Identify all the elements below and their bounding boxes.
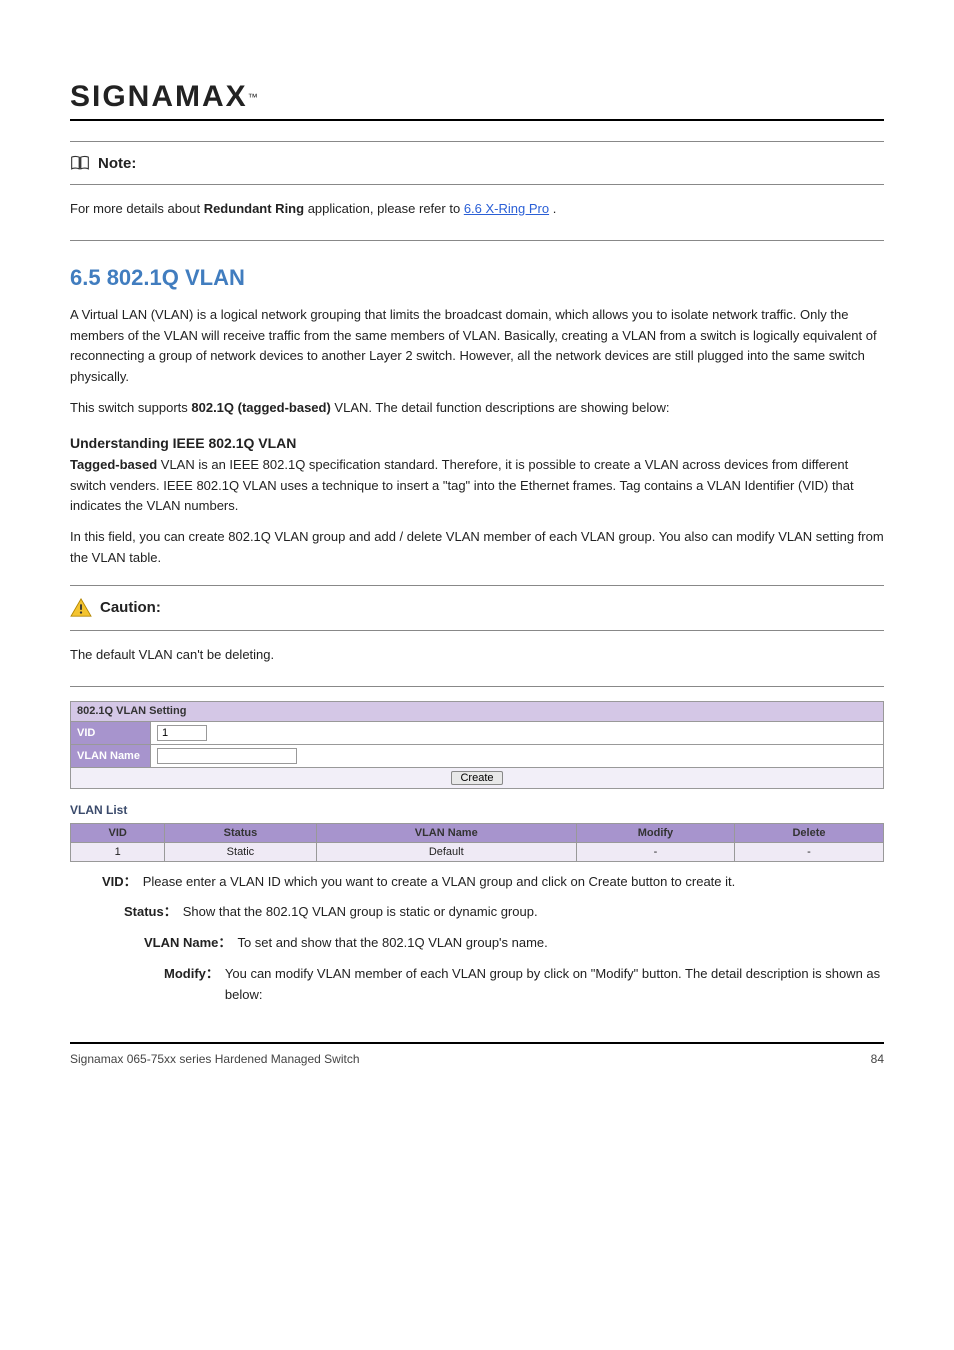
item-modify: Modify： You can modify VLAN member of ea… bbox=[164, 964, 884, 1006]
note-header: Note: bbox=[70, 150, 884, 176]
caution-label: Caution: bbox=[100, 599, 161, 616]
note-body-suffix: . bbox=[553, 201, 557, 216]
vlan-paragraph-4: In this field, you can create 802.1Q VLA… bbox=[70, 527, 884, 569]
vid-field-label: VID bbox=[71, 721, 151, 744]
cell-vlanname: Default bbox=[316, 842, 576, 861]
section-title-vlan: 6.5 802.1Q VLAN bbox=[70, 265, 884, 291]
table-row: 1 Static Default - - bbox=[71, 842, 884, 861]
caution-body: The default VLAN can't be deleting. bbox=[70, 639, 884, 676]
col-vlanname: VLAN Name bbox=[316, 823, 576, 842]
vlanname-field-label: VLAN Name bbox=[71, 744, 151, 767]
note-body-prefix: For more details about bbox=[70, 201, 204, 216]
page-footer: Signamax 065-75xx series Hardened Manage… bbox=[70, 1042, 884, 1066]
item-status: Status： Show that the 802.1Q VLAN group … bbox=[124, 902, 884, 923]
cell-status: Static bbox=[165, 842, 316, 861]
create-button[interactable]: Create bbox=[451, 771, 502, 785]
logo-tm: ™ bbox=[248, 93, 258, 104]
note-xref-link[interactable]: 6.6 X-Ring Pro bbox=[464, 201, 549, 216]
col-status: Status bbox=[165, 823, 316, 842]
col-modify: Modify bbox=[576, 823, 734, 842]
vlanname-input[interactable] bbox=[157, 748, 297, 764]
warning-icon bbox=[70, 598, 92, 618]
caution-header: Caution: bbox=[70, 594, 884, 622]
vlan-paragraph-2: This switch supports 802.1Q (tagged-base… bbox=[70, 398, 884, 419]
subhead-ieee-vlan: Understanding IEEE 802.1Q VLAN bbox=[70, 435, 884, 451]
note-label: Note: bbox=[98, 155, 136, 172]
item-vlanname: VLAN Name： To set and show that the 802.… bbox=[144, 933, 884, 954]
note-body-bold: Redundant Ring bbox=[204, 201, 304, 216]
col-vid: VID bbox=[71, 823, 165, 842]
vlan-list-title: VLAN List bbox=[70, 803, 884, 817]
footer-pagenum: 84 bbox=[871, 1052, 884, 1066]
vlan-setting-panel: 802.1Q VLAN Setting VID VLAN Name Create… bbox=[70, 701, 884, 862]
vlan-setting-title: 802.1Q VLAN Setting bbox=[71, 701, 884, 721]
vid-input[interactable] bbox=[157, 725, 207, 741]
vlan-list-table: VID Status VLAN Name Modify Delete 1 Sta… bbox=[70, 823, 884, 862]
cell-delete: - bbox=[734, 842, 883, 861]
note-body: For more details about Redundant Ring ap… bbox=[70, 193, 884, 230]
footer-left: Signamax 065-75xx series Hardened Manage… bbox=[70, 1052, 360, 1066]
cell-modify: - bbox=[576, 842, 734, 861]
logo-header: SIGNAMAX™ bbox=[70, 80, 884, 121]
note-body-mid: application, please refer to bbox=[308, 201, 464, 216]
book-icon bbox=[70, 154, 90, 172]
vlan-paragraph-1: A Virtual LAN (VLAN) is a logical networ… bbox=[70, 305, 884, 388]
vlan-paragraph-3: Tagged-based VLAN is an IEEE 802.1Q spec… bbox=[70, 455, 884, 517]
logo-text: SIGNAMAX bbox=[70, 80, 248, 113]
cell-vid: 1 bbox=[71, 842, 165, 861]
item-vid: VID： Please enter a VLAN ID which you wa… bbox=[102, 872, 884, 893]
vlan-setting-table: 802.1Q VLAN Setting VID VLAN Name Create bbox=[70, 701, 884, 789]
col-delete: Delete bbox=[734, 823, 883, 842]
